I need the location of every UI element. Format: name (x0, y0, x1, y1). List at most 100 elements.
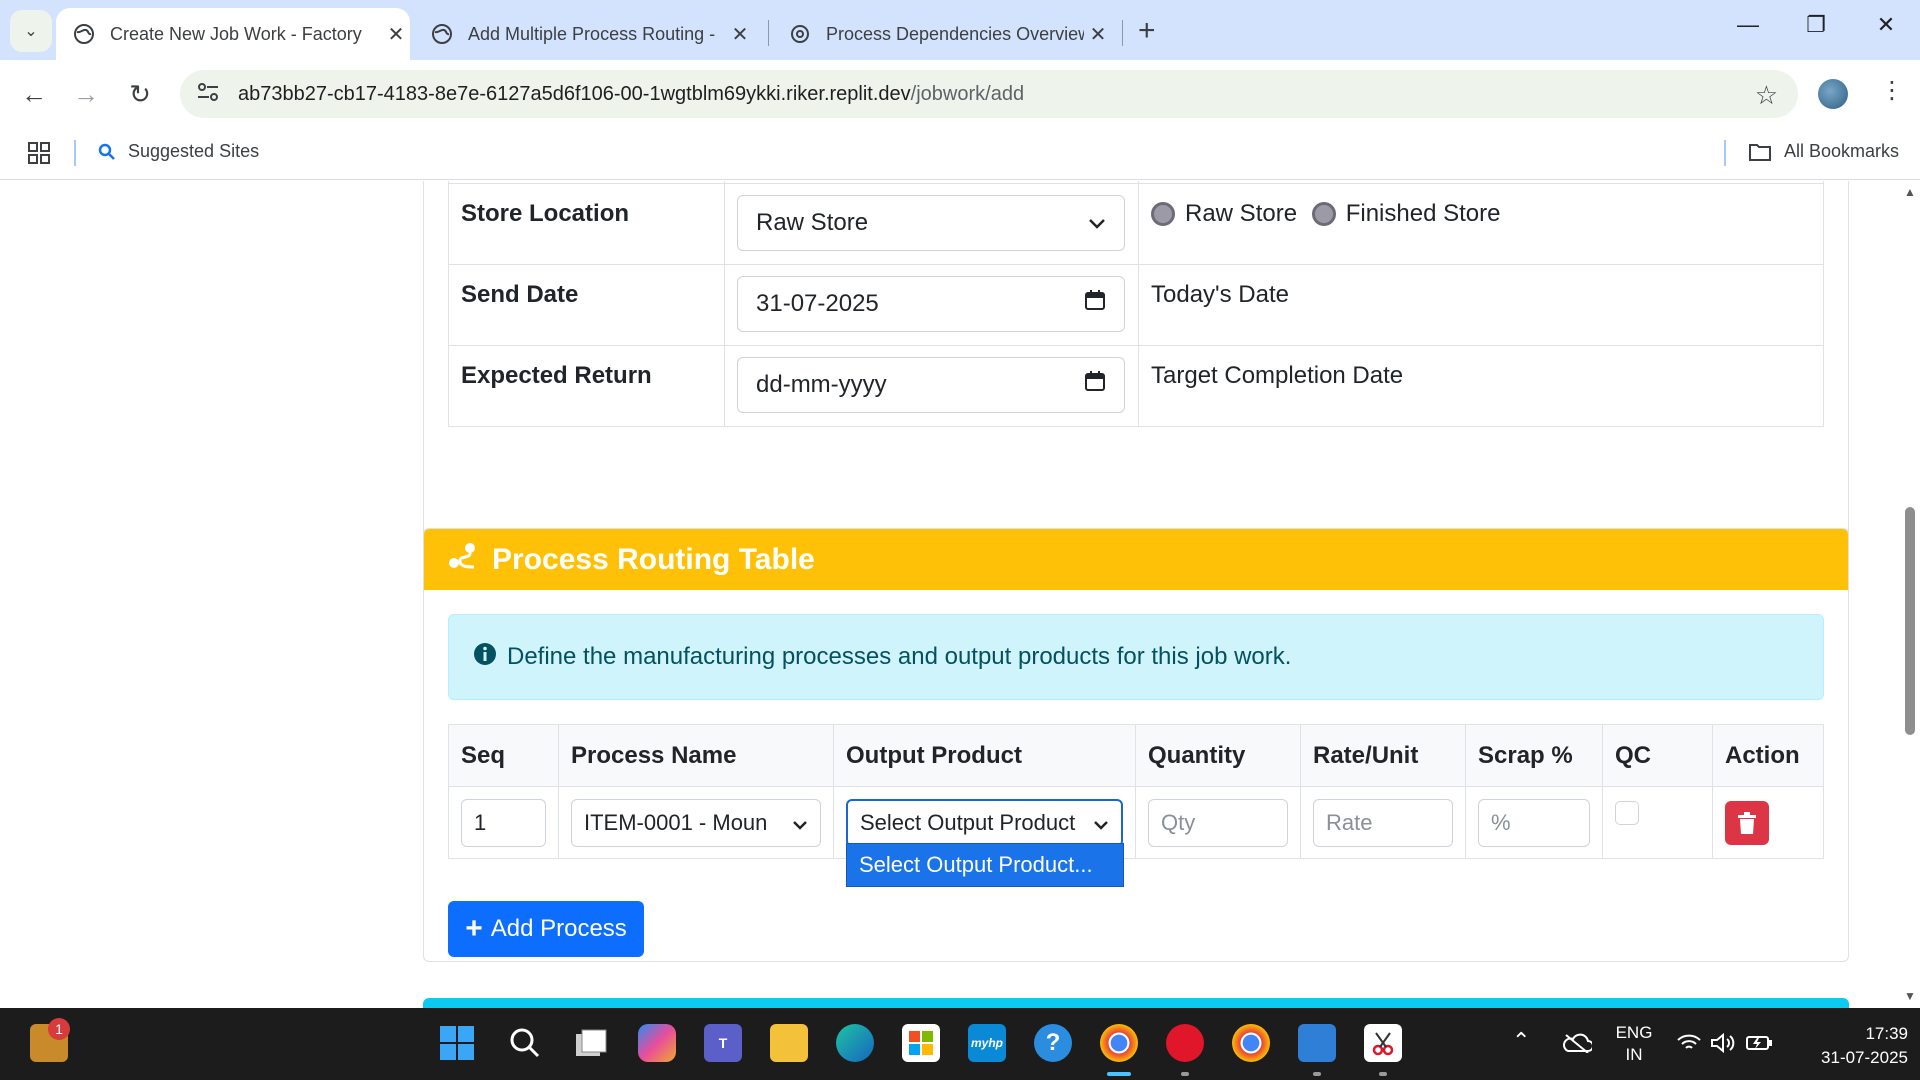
process-name-select[interactable]: ITEM-0001 - Moun (571, 798, 821, 847)
chrome-profile-icon[interactable] (1232, 1024, 1270, 1062)
menu-kebab-icon[interactable]: ⋮ (1880, 76, 1904, 105)
restore-button[interactable]: ❐ (1796, 12, 1836, 38)
process-routing-table: Seq Process Name Output Product Quantity… (448, 724, 1824, 859)
tab-title: Add Multiple Process Routing - (468, 23, 716, 44)
snipping-tool-icon[interactable] (1364, 1024, 1402, 1062)
wifi-icon[interactable] (1670, 1024, 1708, 1062)
scroll-down-arrow[interactable]: ▼ (1904, 989, 1916, 1003)
opera-icon[interactable] (1166, 1024, 1204, 1062)
minimize-button[interactable]: — (1728, 12, 1768, 38)
page-scrollbar[interactable]: ▲ ▼ (1900, 181, 1920, 1008)
radio-finished-store[interactable]: Finished Store (1311, 199, 1501, 228)
close-icon[interactable]: ✕ (1084, 22, 1112, 47)
copilot-icon[interactable] (638, 1024, 676, 1062)
clock-date: 31-07-2025 (1821, 1048, 1908, 1067)
store-location-select[interactable]: Raw Store (737, 194, 1125, 251)
close-icon[interactable]: ✕ (726, 22, 754, 47)
reload-button[interactable]: ↻ (124, 78, 156, 110)
start-icon[interactable] (438, 1024, 476, 1062)
volume-icon[interactable] (1704, 1024, 1742, 1062)
scrollbar-thumb[interactable] (1905, 507, 1915, 735)
tab-separator (1122, 20, 1123, 46)
select-value: Raw Store (756, 208, 869, 236)
output-product-select[interactable]: Select Output Product (846, 798, 1123, 847)
output-product-option[interactable]: Select Output Product... (846, 843, 1124, 887)
app-indicator (1313, 1072, 1321, 1076)
button-label: Add Process (490, 915, 627, 942)
profile-avatar[interactable] (1818, 79, 1848, 109)
radio-raw-store[interactable]: Raw Store (1151, 200, 1297, 228)
route-icon (448, 541, 478, 579)
column-header: Action (1712, 724, 1824, 787)
language-indicator[interactable]: ENG IN (1608, 1022, 1660, 1066)
send-date-row: Send Date 31-07-2025 Today's Date (448, 263, 1824, 346)
radio-dot (1311, 201, 1336, 226)
show-hidden-icons[interactable]: ⌃ (1512, 1028, 1530, 1054)
page-viewport: Store Location Raw Store Raw Store Finis… (0, 181, 1920, 1008)
myhp-icon[interactable]: myhp (968, 1024, 1006, 1062)
tab-create-job-work[interactable]: Create New Job Work - Factory ✕ (56, 8, 410, 60)
seq-input[interactable]: 1 (461, 798, 546, 847)
task-view-icon[interactable] (572, 1024, 610, 1062)
quantity-input[interactable]: Qty (1148, 798, 1288, 847)
app-indicator (1379, 1072, 1387, 1076)
card-title: Process Routing Table (492, 542, 815, 576)
onedrive-icon[interactable] (1558, 1024, 1596, 1062)
bookmark-star-icon[interactable]: ☆ (1755, 80, 1778, 111)
chevron-down-icon (1093, 810, 1109, 836)
calendar-icon[interactable] (1084, 370, 1106, 399)
apps-grid-icon[interactable] (28, 142, 50, 164)
tab-title: Create New Job Work - Factory (110, 23, 362, 44)
info-icon (473, 642, 497, 673)
new-tab-button[interactable]: + (1138, 14, 1156, 48)
process-routing-card: Process Routing Table Define the manufac… (423, 528, 1849, 962)
battery-icon[interactable] (1740, 1024, 1778, 1062)
bookmark-separator (74, 140, 76, 166)
file-explorer-icon[interactable] (770, 1024, 808, 1062)
column-header: Scrap % (1465, 724, 1603, 787)
scrap-input[interactable]: % (1478, 798, 1590, 847)
bookmark-separator (1724, 140, 1726, 166)
address-bar[interactable]: ab73bb27-cb17-4183-8e7e-6127a5d6f106-00-… (180, 70, 1798, 118)
add-process-button[interactable]: + Add Process (448, 901, 644, 957)
chevron-down-icon (1088, 209, 1106, 237)
calendar-icon[interactable] (1084, 289, 1106, 318)
delete-row-button[interactable] (1725, 800, 1769, 845)
send-date-input[interactable]: 31-07-2025 (737, 275, 1125, 332)
store-icon[interactable] (902, 1024, 940, 1062)
tab-search-button[interactable]: ⌄ (10, 10, 52, 52)
table-header-row: Seq Process Name Output Product Quantity… (448, 724, 1824, 787)
notepad-icon[interactable] (1298, 1024, 1336, 1062)
close-icon[interactable]: ✕ (382, 22, 410, 47)
bookmark-label: All Bookmarks (1784, 141, 1900, 161)
chrome-icon[interactable] (1100, 1024, 1138, 1062)
chevron-down-icon: ⌄ (24, 23, 38, 40)
radio-dot (1151, 201, 1175, 226)
help-icon[interactable]: ? (1034, 1024, 1072, 1062)
bookmark-label: Suggested Sites (128, 141, 260, 161)
tab-add-multiple-process[interactable]: Add Multiple Process Routing - ✕ (414, 8, 754, 60)
qc-checkbox[interactable] (1615, 801, 1639, 825)
back-button[interactable]: ← (18, 78, 50, 110)
all-bookmarks-button[interactable]: All Bookmarks (1748, 141, 1899, 162)
forward-button[interactable]: → (70, 78, 102, 110)
url-path: /jobwork/add (910, 82, 1025, 105)
rate-input[interactable]: Rate (1313, 798, 1453, 847)
edge-icon[interactable] (836, 1024, 874, 1062)
search-icon[interactable] (506, 1024, 544, 1062)
chevron-down-icon (792, 810, 808, 836)
expected-return-input[interactable]: dd-mm-yyyy (737, 356, 1125, 413)
tab-process-dependencies[interactable]: Process Dependencies Overview ✕ (772, 8, 1112, 60)
info-alert: Define the manufacturing processes and o… (448, 614, 1824, 700)
scroll-up-arrow[interactable]: ▲ (1904, 185, 1916, 199)
clock[interactable]: 17:39 31-07-2025 (1790, 1022, 1908, 1070)
close-window-button[interactable]: ✕ (1866, 12, 1906, 38)
tab-title: Process Dependencies Overview (826, 23, 1084, 44)
table-row: 1 ITEM-0001 - Moun Select Output Product (448, 786, 1824, 859)
bookmark-suggested-sites[interactable]: Suggested Sites (98, 141, 259, 162)
teams-icon[interactable]: T (704, 1024, 742, 1062)
site-info-icon[interactable] (196, 81, 226, 108)
date-value: 31-07-2025 (756, 289, 879, 317)
tab-strip: ⌄ Create New Job Work - Factory ✕ Add Mu… (0, 0, 1920, 60)
radio-label: Finished Store (1345, 199, 1501, 227)
